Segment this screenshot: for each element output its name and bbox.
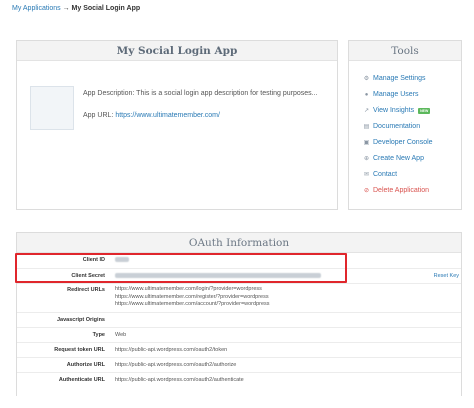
highlight-annotation-box — [15, 253, 347, 283]
tool-view-insights[interactable]: ↗ View Insights NEW — [363, 103, 433, 119]
console-icon: ▣ — [363, 140, 370, 146]
redirect-urls-label: Redirect URLs — [67, 286, 105, 293]
new-badge: NEW — [418, 108, 431, 114]
contact-icon: ✉ — [363, 172, 370, 178]
request-token-value: https://public-api.wordpress.com/oauth2/… — [115, 346, 228, 353]
redirect-urls-value: https://www.ultimatemember.com/login/?pr… — [109, 283, 421, 312]
tool-label: View Insights — [373, 107, 415, 114]
app-description: App Description: This is a social login … — [83, 90, 318, 97]
tool-label: Delete Application — [373, 187, 430, 194]
request-token-row: Request token URL https://public-api.wor… — [17, 342, 461, 357]
app-url-row: App URL: https://www.ultimatemember.com/ — [83, 112, 220, 119]
tool-delete-application[interactable]: ⊘ Delete Application — [363, 183, 433, 199]
breadcrumb-current: My Social Login App — [71, 5, 141, 12]
authorize-row: Authorize URL https://public-api.wordpre… — [17, 357, 461, 372]
users-icon: ● — [364, 92, 369, 98]
javascript-origins-row: Javascript Origins — [17, 312, 461, 327]
app-panel: My Social Login App App Description: Thi… — [16, 40, 338, 210]
tool-developer-console[interactable]: ▣ Developer Console — [363, 135, 433, 151]
oauth-title: OAuth Information — [17, 233, 461, 253]
tool-manage-settings[interactable]: ⚙ Manage Settings — [363, 71, 433, 87]
type-row: Type Web — [17, 327, 461, 342]
breadcrumb: My Applications → My Social Login App — [12, 5, 140, 12]
tool-label: Manage Settings — [373, 75, 426, 82]
redirect-url: https://www.ultimatemember.com/login/?pr… — [115, 286, 262, 293]
tool-create-new-app[interactable]: ⊕ Create New App — [363, 151, 433, 167]
tool-label: Manage Users — [373, 91, 419, 98]
redirect-url: https://www.ultimatemember.com/account/?… — [115, 301, 270, 308]
tools-title: Tools — [349, 41, 461, 61]
javascript-origins-value — [109, 312, 421, 327]
redirect-url: https://www.ultimatemember.com/register/… — [115, 293, 269, 300]
book-icon: ▤ — [363, 124, 370, 130]
reset-key-link[interactable]: Reset Key — [434, 273, 459, 279]
authenticate-value: https://public-api.wordpress.com/oauth2/… — [115, 376, 244, 383]
app-thumbnail — [30, 86, 74, 130]
app-url-label: App URL: — [83, 112, 114, 119]
tools-panel: Tools ⚙ Manage Settings ● Manage Users ↗… — [348, 40, 462, 210]
app-title: My Social Login App — [17, 41, 337, 61]
redirect-urls-row: Redirect URLs https://www.ultimatemember… — [17, 283, 461, 312]
tool-label: Documentation — [373, 123, 421, 130]
tool-manage-users[interactable]: ● Manage Users — [363, 87, 433, 103]
tools-list: ⚙ Manage Settings ● Manage Users ↗ View … — [363, 71, 433, 199]
type-value: Web — [115, 331, 127, 338]
tool-label: Create New App — [373, 155, 424, 162]
plus-icon: ⊕ — [363, 156, 370, 162]
tool-label: Developer Console — [373, 139, 433, 146]
tool-label: Contact — [373, 171, 398, 178]
authorize-label: Authorize URL — [66, 361, 105, 368]
gear-icon: ⚙ — [363, 76, 370, 82]
type-label: Type — [92, 331, 105, 338]
authorize-value: https://public-api.wordpress.com/oauth2/… — [115, 361, 237, 368]
breadcrumb-my-applications-link[interactable]: My Applications — [12, 5, 61, 12]
javascript-origins-label: Javascript Origins — [57, 316, 105, 323]
authenticate-label: Authenticate URL — [58, 376, 105, 383]
trash-icon: ⊘ — [363, 188, 370, 194]
chart-icon: ↗ — [363, 108, 370, 114]
app-url-link[interactable]: https://www.ultimatemember.com/ — [115, 112, 220, 119]
tool-contact[interactable]: ✉ Contact — [363, 167, 433, 183]
tool-documentation[interactable]: ▤ Documentation — [363, 119, 433, 135]
request-token-label: Request token URL — [54, 346, 105, 353]
breadcrumb-separator: → — [62, 5, 70, 12]
authenticate-row: Authenticate URL https://public-api.word… — [17, 372, 461, 387]
